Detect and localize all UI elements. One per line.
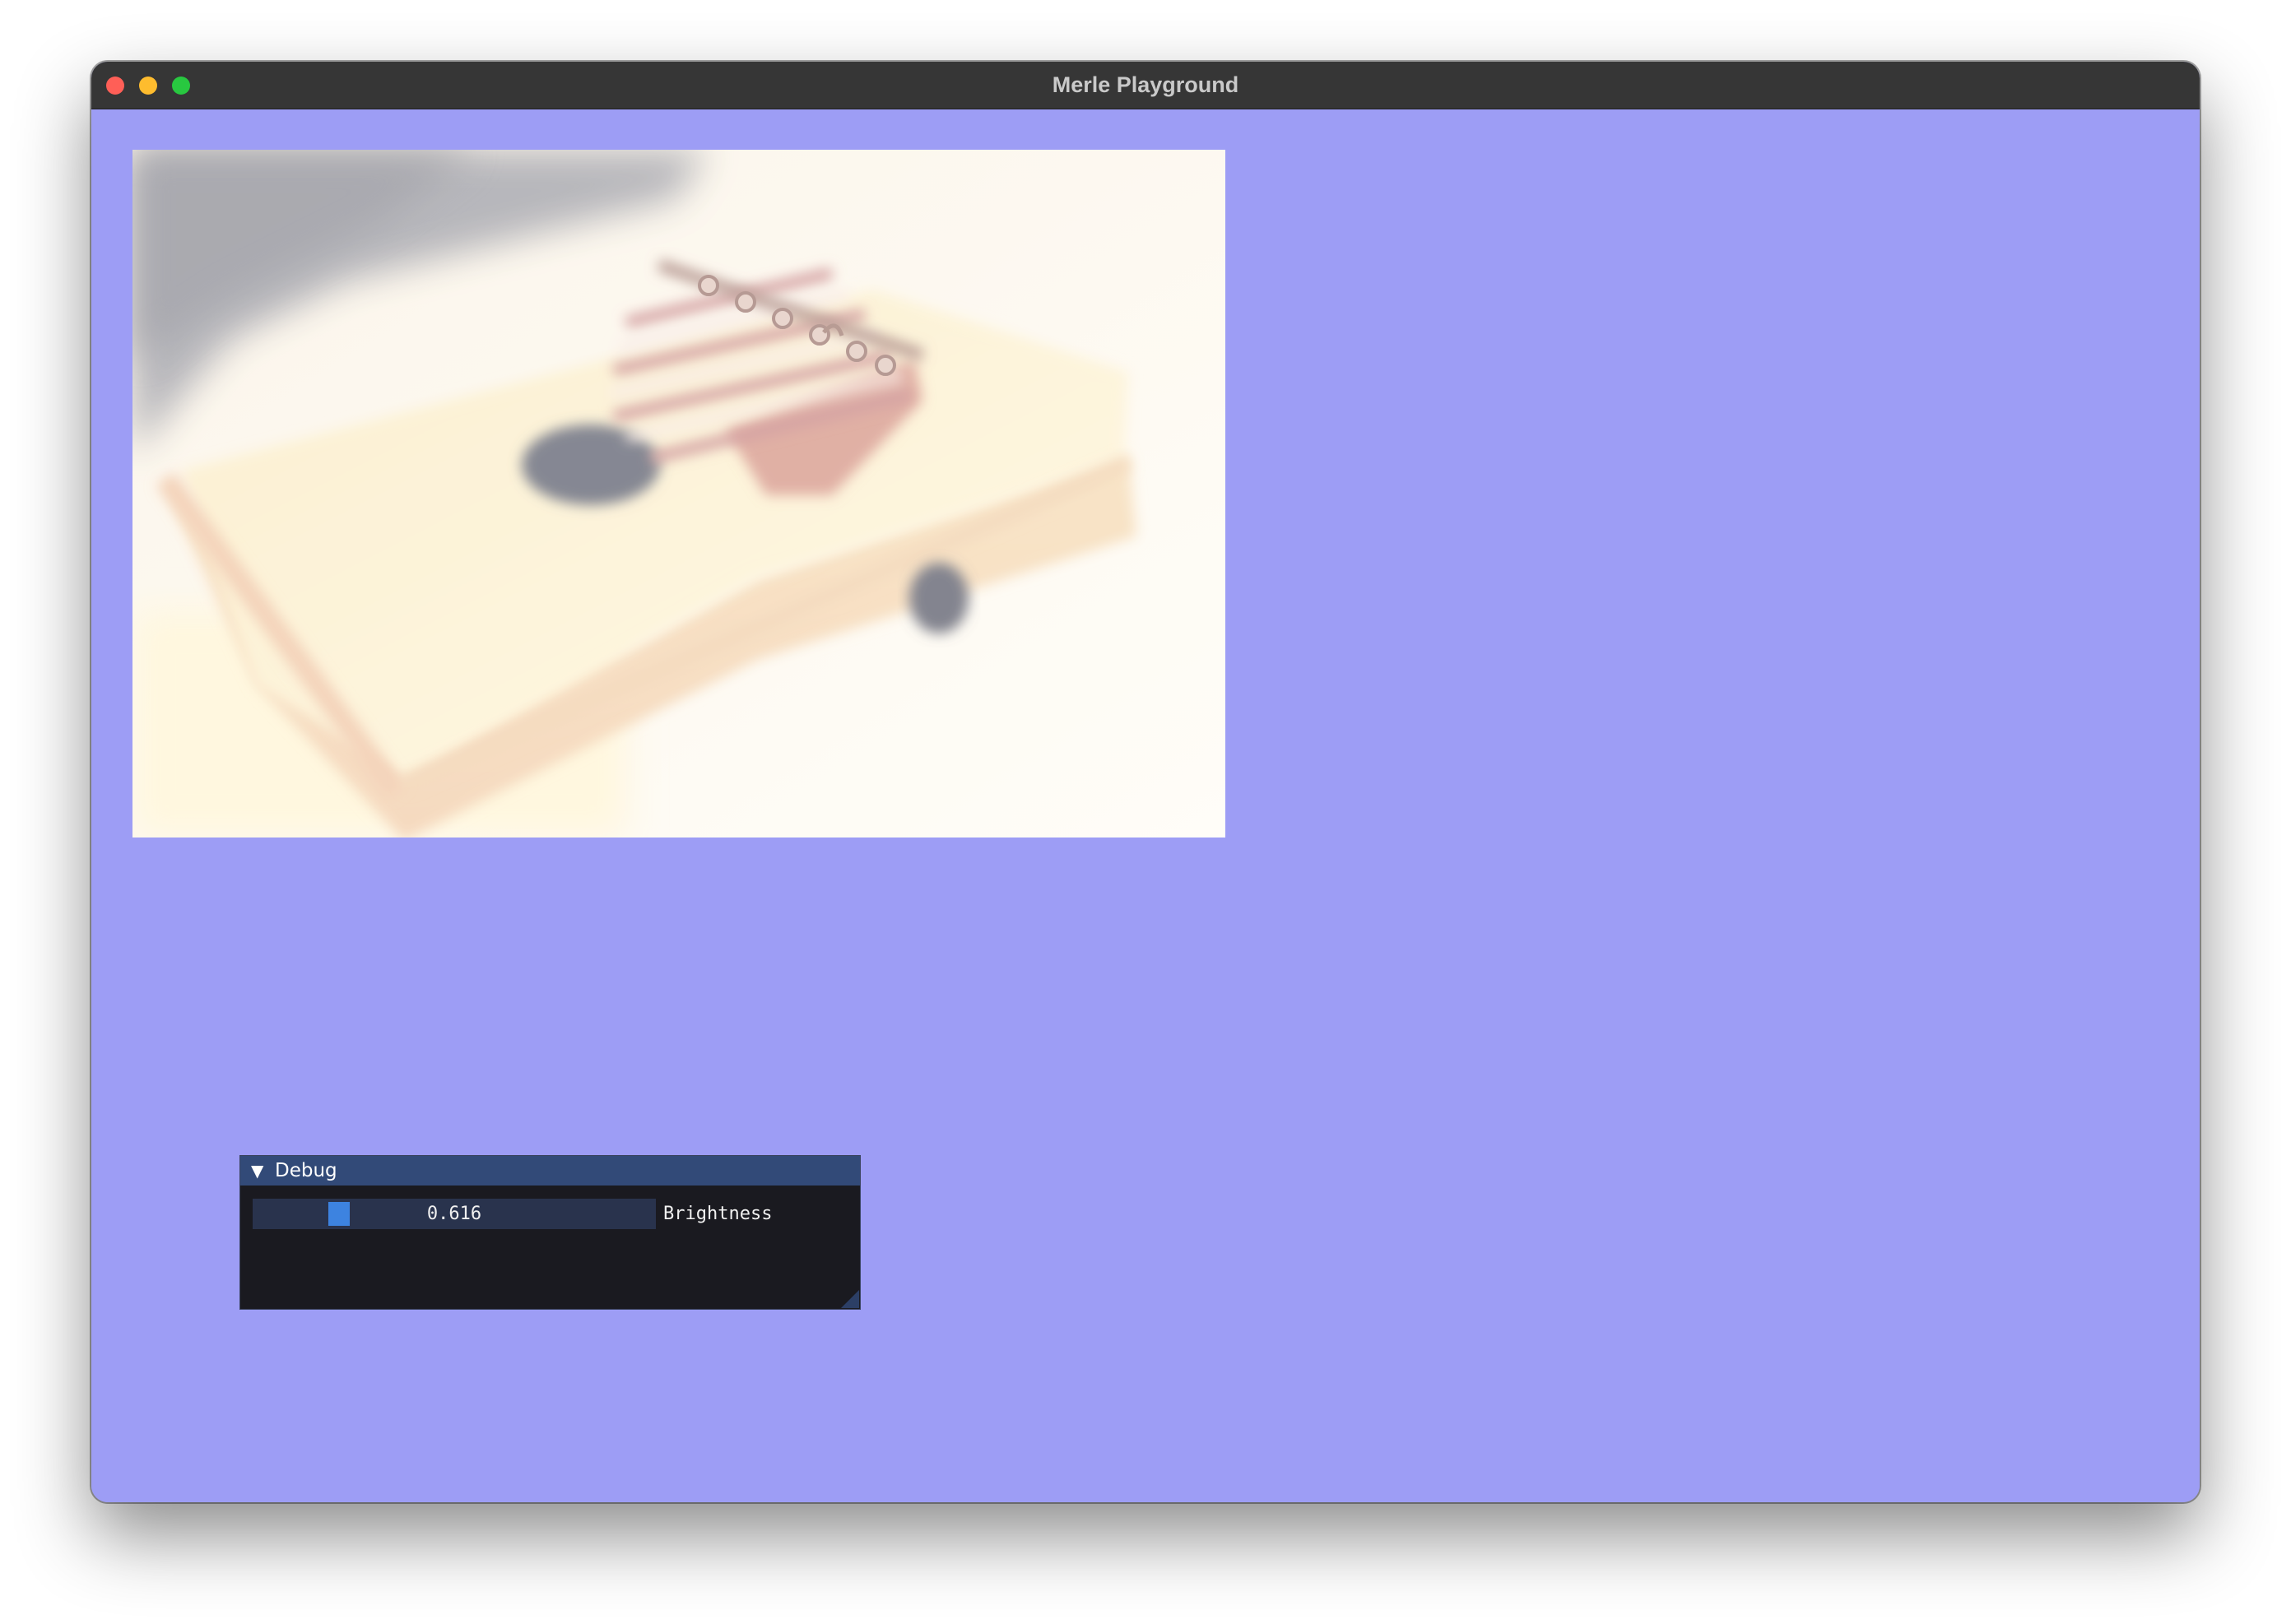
desktop: Merle Playground ▼ Debug 0.616 Brightnes… <box>0 0 2291 1624</box>
debug-window[interactable]: ▼ Debug 0.616 Brightness <box>239 1155 861 1310</box>
brightness-slider[interactable]: 0.616 <box>253 1199 656 1229</box>
window-title: Merle Playground <box>1052 72 1239 97</box>
triangle-down-icon[interactable]: ▼ <box>251 1161 263 1181</box>
title-bar[interactable]: Merle Playground <box>91 62 2200 109</box>
debug-window-title: Debug <box>275 1160 337 1181</box>
kalimba-image <box>132 150 1225 838</box>
brightness-label: Brightness <box>663 1204 773 1224</box>
brightness-value: 0.616 <box>426 1204 482 1224</box>
kalimba-photo-illustration <box>132 150 1225 838</box>
debug-title-bar[interactable]: ▼ Debug <box>240 1156 860 1186</box>
resize-grip[interactable] <box>841 1290 859 1308</box>
app-window: Merle Playground ▼ Debug 0.616 Brightnes… <box>91 62 2200 1502</box>
render-canvas[interactable]: ▼ Debug 0.616 Brightness <box>91 109 2200 1502</box>
